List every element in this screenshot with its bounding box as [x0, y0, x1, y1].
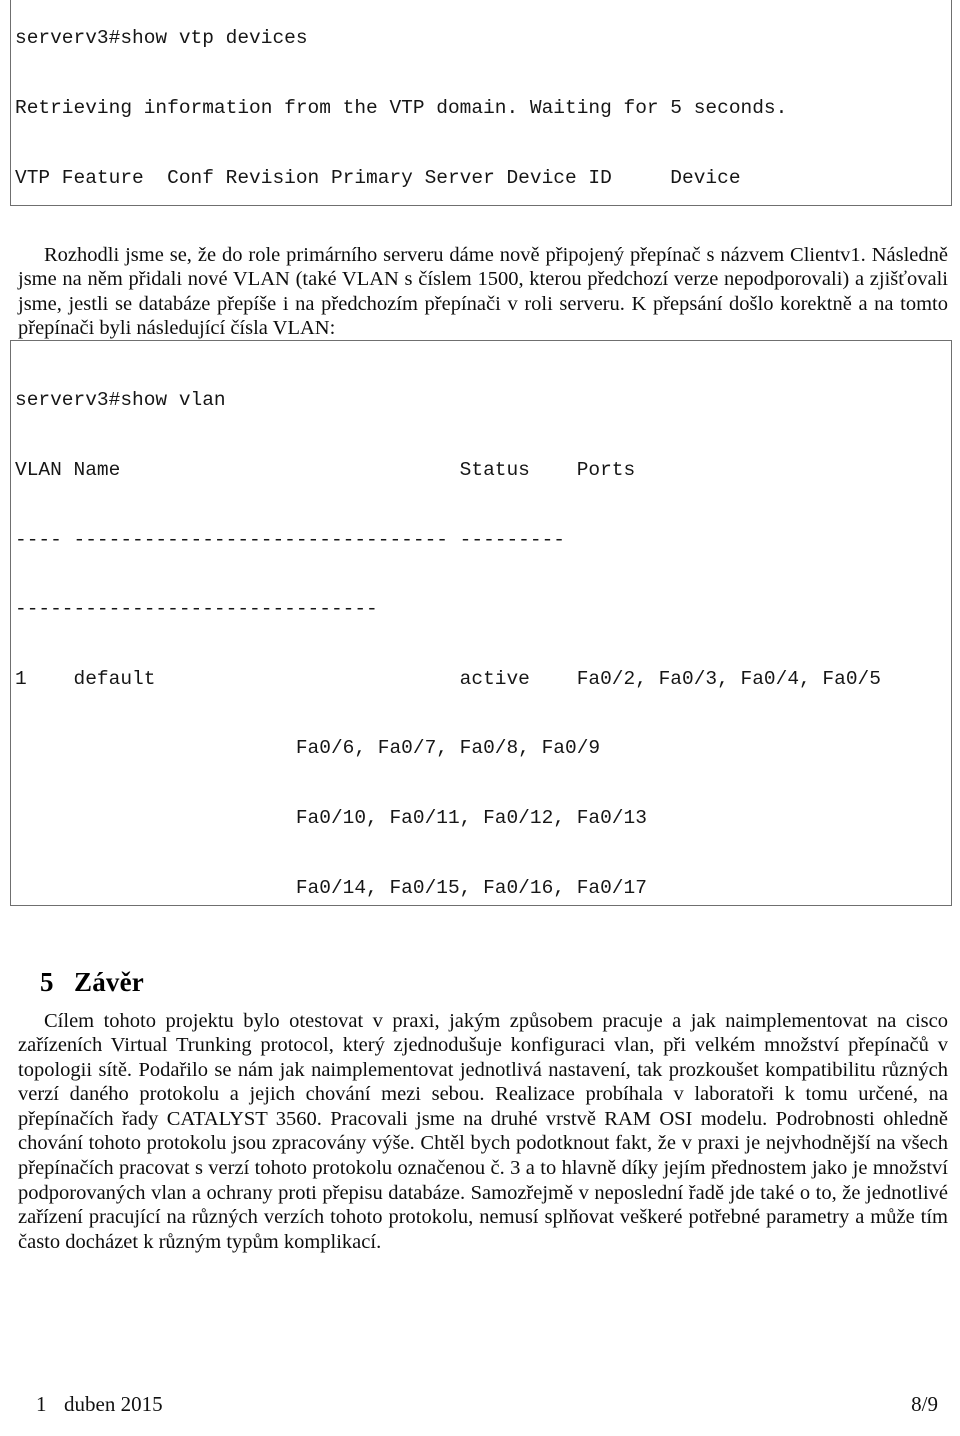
table-row: Fa0/6, Fa0/7, Fa0/8, Fa0/9: [15, 737, 601, 760]
footer-page-number: 8/9: [911, 1392, 938, 1416]
section-title: Závěr: [74, 967, 144, 998]
footer-date: duben 2015: [64, 1392, 163, 1416]
code-line: VLAN Name Status Ports: [15, 459, 636, 482]
section-number: 5: [40, 967, 54, 998]
code-line: serverv3#show vlan: [15, 389, 226, 412]
code-line: -------------------------------: [15, 598, 378, 621]
paragraph-conclusion-text: Cílem tohoto projektu bylo otestovat v p…: [18, 1009, 948, 1255]
table-row: 1 default active Fa0/2, Fa0/3, Fa0/4, Fa…: [15, 667, 881, 690]
code-line: Retrieving information from the VTP doma…: [15, 97, 788, 120]
code-line: VTP Feature Conf Revision Primary Server…: [15, 166, 741, 189]
table-row: Fa0/14, Fa0/15, Fa0/16, Fa0/17: [15, 876, 647, 899]
section-heading-conclusion: 5 Závěr: [40, 967, 144, 998]
paragraph-vtp-primary-server: Rozhodli jsme se, že do role primárního …: [18, 243, 948, 341]
footer-left: 1 duben 2015: [36, 1392, 163, 1417]
page-footer: 1 duben 2015 8/9: [0, 1392, 960, 1432]
code-line: ---- -------------------------------- --…: [15, 528, 565, 551]
table-row: Fa0/10, Fa0/11, Fa0/12, Fa0/13: [15, 807, 647, 830]
code-line: serverv3#show vtp devices: [15, 27, 308, 50]
paragraph-text: Rozhodli jsme se, že do role primárního …: [18, 243, 948, 340]
footer-number: 1: [36, 1392, 47, 1416]
paragraph-text: Cílem tohoto projektu bylo otestovat v p…: [18, 1009, 948, 1253]
terminal-output-show-vtp-devices: serverv3#show vtp devices Retrieving inf…: [10, 0, 952, 206]
document-page: serverv3#show vtp devices Retrieving inf…: [0, 0, 960, 1436]
terminal-output-show-vlan: serverv3#show vlan VLAN Name Status Port…: [10, 340, 952, 906]
